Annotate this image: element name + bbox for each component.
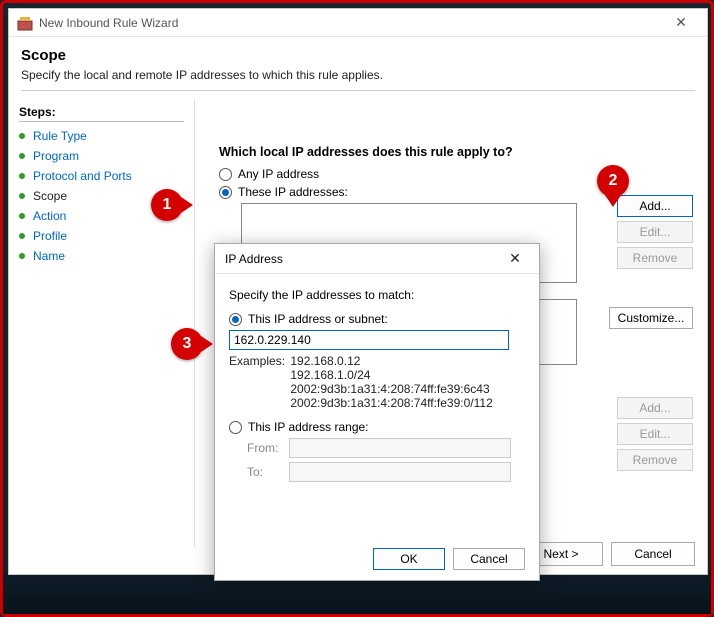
- titlebar: New Inbound Rule Wizard ✕: [9, 9, 707, 37]
- ip-address-dialog: IP Address ✕ Specify the IP addresses to…: [214, 243, 540, 581]
- window-title: New Inbound Rule Wizard: [39, 16, 178, 30]
- ip-range-from-input[interactable]: [289, 438, 511, 458]
- step-label: Program: [33, 149, 79, 163]
- step-protocol-ports[interactable]: Protocol and Ports: [19, 166, 184, 186]
- step-label: Rule Type: [33, 129, 87, 143]
- radio-ip-range[interactable]: This IP address range:: [229, 420, 525, 434]
- wizard-header: Scope Specify the local and remote IP ad…: [9, 37, 707, 99]
- edit-remote-button[interactable]: Edit...: [617, 423, 693, 445]
- ip-dialog-titlebar: IP Address ✕: [215, 244, 539, 274]
- page-title: Scope: [21, 47, 695, 64]
- radio-label: These IP addresses:: [238, 185, 348, 199]
- bullet-icon: [19, 253, 25, 259]
- step-label: Scope: [33, 189, 67, 203]
- page-subtitle: Specify the local and remote IP addresse…: [21, 68, 695, 82]
- local-ip-buttons: Add... Edit... Remove: [617, 195, 693, 269]
- remove-local-button[interactable]: Remove: [617, 247, 693, 269]
- step-label: Action: [33, 209, 66, 223]
- bullet-icon: [19, 193, 25, 199]
- ip-range-to-input[interactable]: [289, 462, 511, 482]
- step-rule-type[interactable]: Rule Type: [19, 126, 184, 146]
- annotation-callout-2: 2: [597, 165, 629, 197]
- bullet-icon: [19, 233, 25, 239]
- wizard-footer: Next > Cancel: [519, 542, 695, 566]
- ip-dialog-instruction: Specify the IP addresses to match:: [229, 288, 525, 302]
- example-line: 192.168.0.12: [290, 354, 492, 368]
- radio-icon: [229, 313, 242, 326]
- firewall-icon: [17, 15, 33, 31]
- examples-block: Examples: 192.168.0.12 192.168.1.0/24 20…: [229, 354, 525, 410]
- example-line: 192.168.1.0/24: [290, 368, 492, 382]
- step-label: Name: [33, 249, 65, 263]
- example-line: 2002:9d3b:1a31:4:208:74ff:fe39:0/112: [290, 396, 492, 410]
- radio-icon: [229, 421, 242, 434]
- local-ip-question: Which local IP addresses does this rule …: [219, 145, 693, 159]
- customize-button[interactable]: Customize...: [609, 307, 693, 329]
- ip-dialog-title: IP Address: [225, 252, 283, 266]
- remove-remote-button[interactable]: Remove: [617, 449, 693, 471]
- cancel-ip-button[interactable]: Cancel: [453, 548, 525, 570]
- step-label: Protocol and Ports: [33, 169, 132, 183]
- steps-panel: Steps: Rule Type Program Protocol and Po…: [9, 99, 195, 547]
- add-local-button[interactable]: Add...: [617, 195, 693, 217]
- ok-button[interactable]: OK: [373, 548, 445, 570]
- radio-icon: [219, 186, 232, 199]
- radio-label: Any IP address: [238, 167, 319, 181]
- bullet-icon: [19, 133, 25, 139]
- annotation-callout-1: 1: [151, 189, 183, 221]
- from-label: From:: [247, 441, 283, 455]
- annotation-callout-3: 3: [171, 328, 203, 360]
- radio-icon: [219, 168, 232, 181]
- steps-heading: Steps:: [19, 105, 184, 122]
- close-icon: ✕: [509, 250, 521, 267]
- bullet-icon: [19, 213, 25, 219]
- radio-label: This IP address range:: [248, 420, 369, 434]
- remote-ip-buttons: Add... Edit... Remove: [617, 397, 693, 471]
- cancel-button[interactable]: Cancel: [611, 542, 695, 566]
- divider: [21, 90, 695, 91]
- bullet-icon: [19, 153, 25, 159]
- radio-ip-or-subnet[interactable]: This IP address or subnet:: [229, 312, 525, 326]
- ip-subnet-input[interactable]: [229, 330, 509, 350]
- step-program[interactable]: Program: [19, 146, 184, 166]
- to-label: To:: [247, 465, 283, 479]
- window-close-button[interactable]: ✕: [663, 9, 699, 37]
- bullet-icon: [19, 173, 25, 179]
- close-icon: ✕: [675, 14, 687, 31]
- ip-dialog-close-button[interactable]: ✕: [501, 245, 529, 273]
- ip-dialog-footer: OK Cancel: [373, 548, 525, 570]
- example-line: 2002:9d3b:1a31:4:208:74ff:fe39:6c43: [290, 382, 492, 396]
- step-name[interactable]: Name: [19, 246, 184, 266]
- edit-local-button[interactable]: Edit...: [617, 221, 693, 243]
- add-remote-button[interactable]: Add...: [617, 397, 693, 419]
- examples-label: Examples:: [229, 354, 287, 368]
- radio-label: This IP address or subnet:: [248, 312, 388, 326]
- step-profile[interactable]: Profile: [19, 226, 184, 246]
- step-label: Profile: [33, 229, 67, 243]
